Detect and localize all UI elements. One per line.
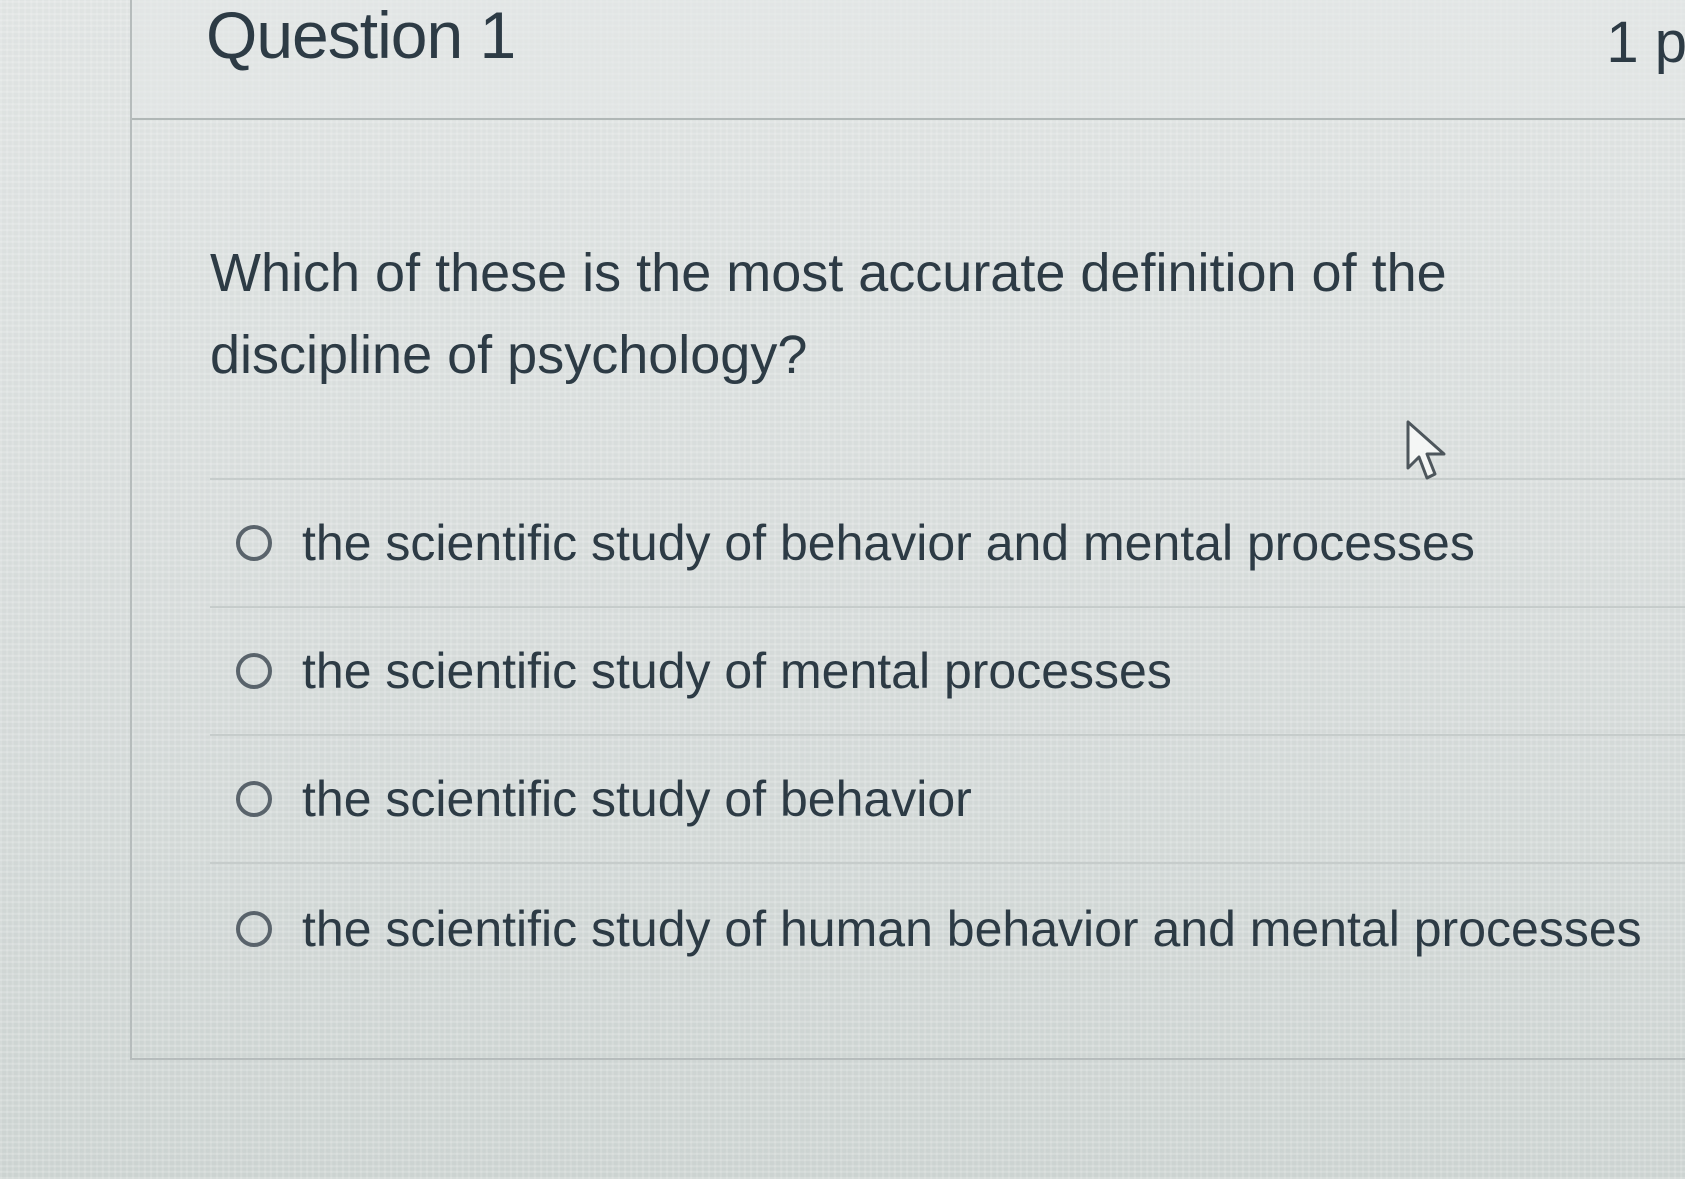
answer-option[interactable]: the scientific study of human behavior a… — [210, 862, 1685, 994]
answer-option[interactable]: the scientific study of behavior — [210, 734, 1685, 862]
radio-unchecked-icon[interactable] — [236, 525, 272, 561]
radio-unchecked-icon[interactable] — [236, 781, 272, 817]
question-points: 1 p — [1606, 10, 1685, 75]
answer-label[interactable]: the scientific study of behavior and men… — [302, 513, 1475, 573]
radio-unchecked-icon[interactable] — [236, 911, 272, 947]
answer-option[interactable]: the scientific study of mental processes — [210, 606, 1685, 734]
mouse-pointer-icon — [1406, 420, 1446, 480]
answer-label[interactable]: the scientific study of behavior — [302, 769, 972, 829]
question-text: Which of these is the most accurate defi… — [210, 243, 1447, 385]
question-header: Question 1 1 p — [132, 0, 1685, 120]
radio-unchecked-icon[interactable] — [236, 653, 272, 689]
answer-list: the scientific study of behavior and men… — [210, 478, 1685, 994]
answer-label[interactable]: the scientific study of mental processes — [302, 641, 1172, 701]
question-title: Question 1 — [206, 0, 516, 72]
answer-label[interactable]: the scientific study of human behavior a… — [302, 899, 1642, 959]
answer-option[interactable]: the scientific study of behavior and men… — [210, 478, 1685, 606]
question-card: Question 1 1 p Which of these is the mos… — [130, 0, 1685, 1060]
